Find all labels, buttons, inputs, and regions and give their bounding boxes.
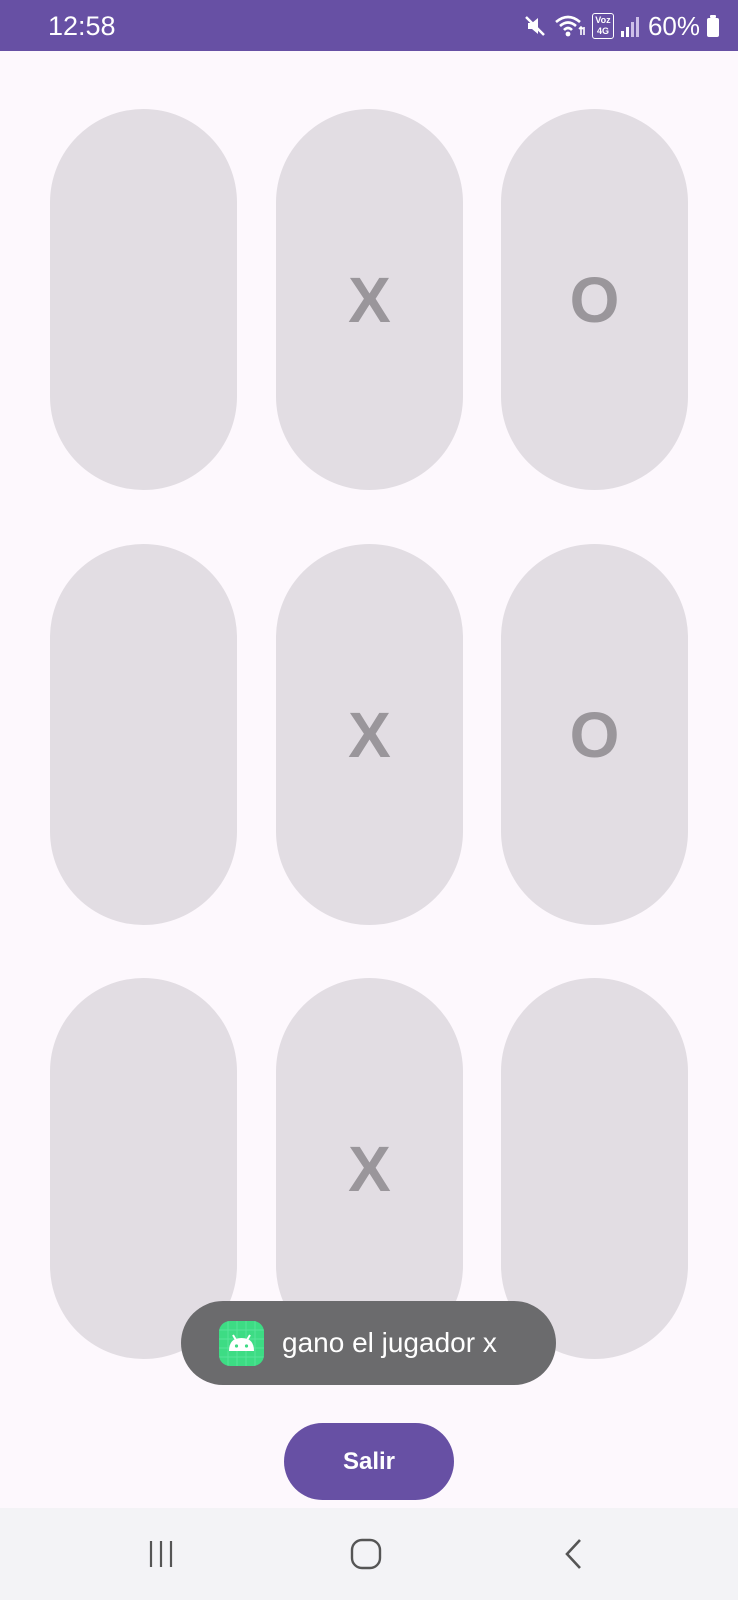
toast-message: gano el jugador x [181, 1301, 556, 1385]
board-cell-3[interactable]: O [501, 109, 688, 490]
status-icons: Voz 4G 60% [522, 8, 720, 44]
toast-text: gano el jugador x [282, 1327, 497, 1358]
board-cell-1[interactable] [50, 109, 237, 490]
volte-icon: Voz 4G [591, 13, 614, 39]
mute-icon [522, 13, 548, 39]
board-cell-2[interactable]: X [276, 109, 463, 490]
battery-percent: 60% [647, 11, 700, 41]
status-time: 12:58 [48, 11, 116, 41]
game-board: X O X O X [50, 109, 688, 1360]
home-icon[interactable] [336, 1530, 396, 1578]
board-cell-6[interactable]: O [501, 544, 688, 925]
back-icon[interactable] [544, 1530, 604, 1578]
board-cell-7[interactable] [50, 978, 237, 1359]
exit-button[interactable]: Salir [284, 1423, 454, 1500]
status-bar: 12:58 Voz 4G 60% [0, 0, 738, 51]
android-icon [219, 1320, 264, 1366]
volte-top-label: Voz [595, 15, 611, 25]
board-cell-5[interactable]: X [276, 544, 463, 925]
volte-bottom-label: 4G [596, 26, 609, 36]
navigation-bar [0, 1508, 738, 1600]
board-cell-4[interactable] [50, 544, 237, 925]
battery-icon [706, 14, 720, 38]
signal-icon [620, 14, 642, 38]
board-cell-9[interactable] [501, 978, 688, 1359]
wifi-icon [554, 13, 586, 39]
recent-apps-icon[interactable] [131, 1530, 191, 1578]
